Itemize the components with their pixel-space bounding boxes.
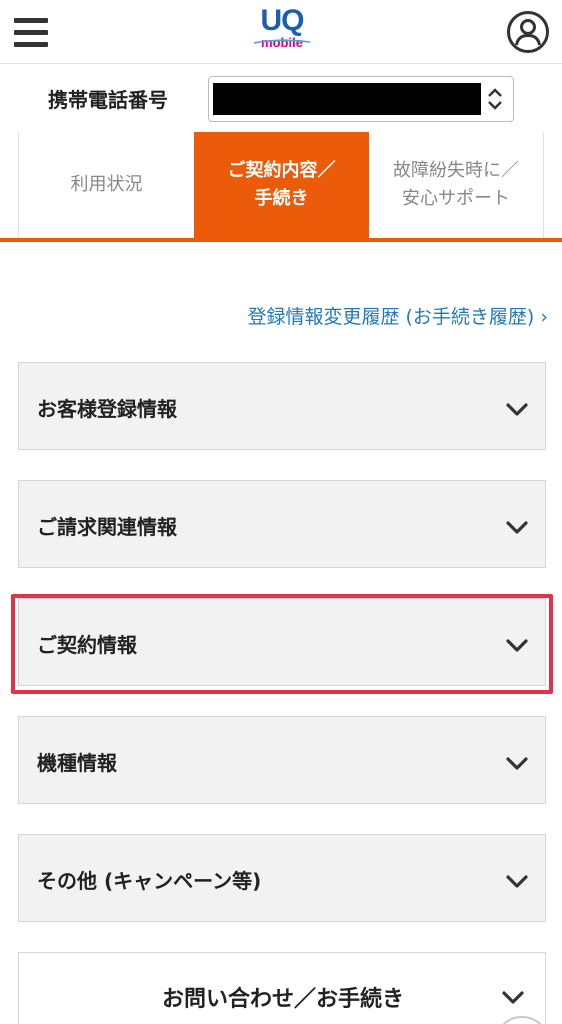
chevron-down-icon bbox=[506, 403, 528, 416]
phone-number-redacted bbox=[213, 83, 481, 115]
accordion-label: ご請求関連情報 bbox=[37, 515, 177, 539]
phone-number-select[interactable] bbox=[208, 76, 514, 122]
phone-number-row: 携帯電話番号 bbox=[0, 64, 562, 132]
accordion-label: ご契約情報 bbox=[37, 633, 137, 657]
chevron-down-icon bbox=[506, 639, 528, 652]
accordion-label: その他 (キャンペーン等) bbox=[37, 869, 262, 893]
user-account-icon[interactable] bbox=[506, 10, 550, 54]
contract-tabs: 利用状況 ご契約内容／ 手続き 故障紛失時に／ 安心サポート bbox=[18, 132, 544, 238]
contact-procedures-accordion[interactable]: お問い合わせ／お手続き bbox=[18, 952, 546, 1024]
accordion-billing-info[interactable]: ご請求関連情報 bbox=[18, 480, 546, 568]
tab-label: 利用状況 bbox=[70, 174, 143, 195]
tab-support[interactable]: 故障紛失時に／ 安心サポート bbox=[369, 132, 544, 238]
chevron-down-icon bbox=[506, 875, 528, 888]
accordion-other-campaign[interactable]: その他 (キャンペーン等) bbox=[18, 834, 546, 922]
accordion-device-info[interactable]: 機種情報 bbox=[18, 716, 546, 804]
tab-label-line: 故障紛失時に／ bbox=[393, 160, 519, 181]
contact-label: お問い合わせ／お手続き bbox=[161, 987, 404, 1012]
accordion-label: 機種情報 bbox=[37, 751, 117, 775]
phone-number-label: 携帯電話番号 bbox=[48, 88, 168, 112]
updown-arrow-icon bbox=[488, 88, 502, 110]
accordion-customer-info[interactable]: お客様登録情報 bbox=[18, 362, 546, 450]
menu-bar bbox=[14, 18, 48, 23]
registration-history-link[interactable]: 登録情報変更履歴 (お手続き履歴) › bbox=[247, 302, 548, 329]
tab-label-line: ご契約内容／ bbox=[227, 160, 336, 181]
tab-label: 故障紛失時に／ 安心サポート bbox=[393, 157, 519, 213]
menu-bar bbox=[14, 42, 48, 47]
accordion-contract-info[interactable]: ご契約情報 bbox=[18, 598, 546, 686]
chevron-down-icon bbox=[506, 757, 528, 770]
accordion-label: お客様登録情報 bbox=[37, 397, 177, 421]
uq-mobile-logo[interactable]: UQ mobile bbox=[246, 6, 318, 58]
hamburger-menu-icon[interactable] bbox=[14, 14, 50, 50]
tab-label-line: 手続き bbox=[254, 188, 309, 209]
tab-label: ご契約内容／ 手続き bbox=[228, 157, 336, 213]
chevron-down-icon bbox=[506, 521, 528, 534]
logo-swoosh-icon bbox=[253, 39, 311, 44]
menu-bar bbox=[14, 30, 48, 35]
chevron-down-icon bbox=[502, 991, 524, 1004]
tab-usage-status[interactable]: 利用状況 bbox=[18, 132, 194, 238]
tab-label-line: 安心サポート bbox=[402, 188, 510, 209]
logo-uq-text: UQ bbox=[260, 4, 305, 37]
app-header: UQ mobile bbox=[0, 0, 562, 64]
tab-contract-procedures[interactable]: ご契約内容／ 手続き bbox=[194, 132, 369, 238]
tab-underline bbox=[0, 238, 562, 242]
